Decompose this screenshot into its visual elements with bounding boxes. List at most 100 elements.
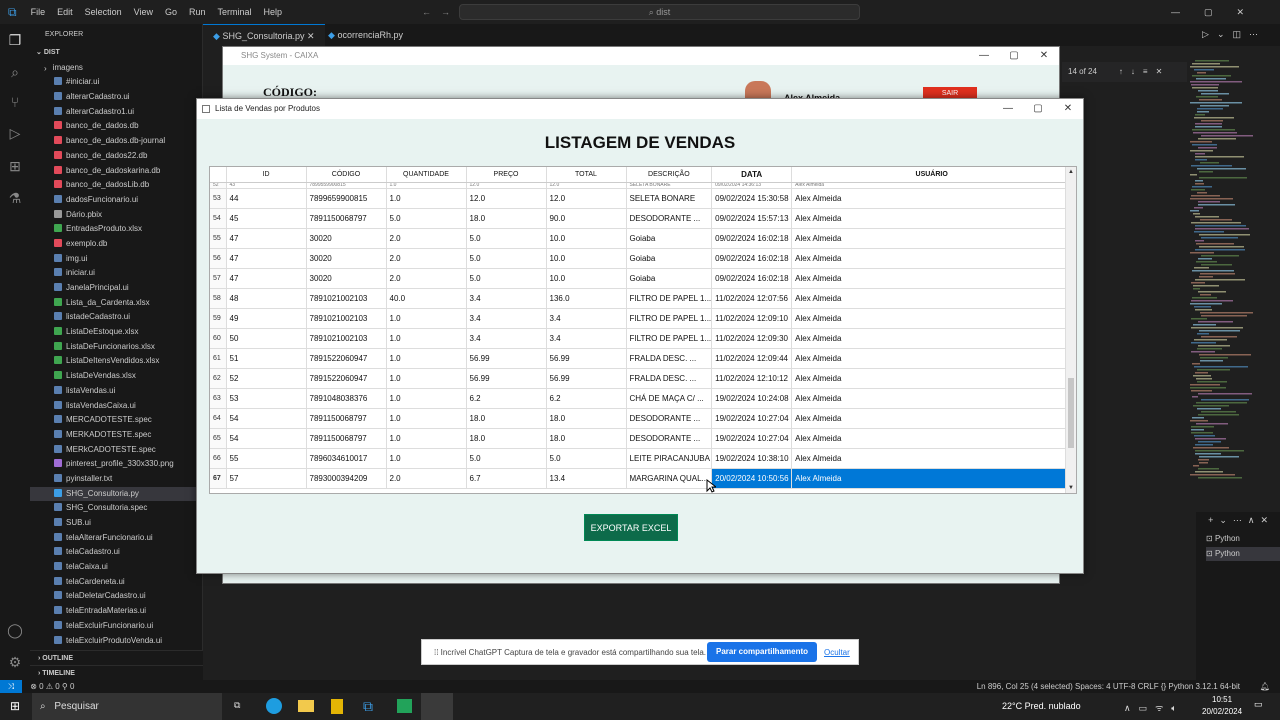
tab-shg-consultoria[interactable]: ◆ SHG_Consultoria.py ✕ — [203, 24, 325, 46]
table-row[interactable]: 66 55 7896034610017 1.0 5.0 5.0 LEITE PIRACANJ… — [210, 448, 1073, 469]
stop-sharing-button[interactable]: Parar compartilhamento — [707, 642, 817, 662]
bell-icon[interactable]: 🔔︎ — [1260, 680, 1270, 693]
minimap[interactable] — [1190, 60, 1270, 480]
table-scrollbar[interactable]: ▲ ▼ — [1065, 167, 1076, 493]
app-icon-green[interactable] — [397, 699, 412, 713]
menu-item-file[interactable]: File — [31, 7, 46, 17]
file-item[interactable]: banco_de_dados.db-journal — [30, 134, 202, 149]
file-item[interactable]: pinterest_profile_330x330.png — [30, 457, 202, 472]
file-item[interactable]: banco_de_dados.db — [30, 119, 202, 134]
timeline-section[interactable]: › TIMELINE — [30, 665, 203, 680]
file-item[interactable]: iniciar.ui — [30, 266, 202, 281]
close-button[interactable]: ✕ — [1053, 99, 1083, 119]
task-view-icon[interactable]: ⧉ — [234, 700, 240, 711]
file-item[interactable]: alterarCadastro1.ui — [30, 105, 202, 120]
file-item[interactable]: telaEntradaMaterias.ui — [30, 604, 202, 619]
editor-actions[interactable]: ▷⌄◫⋯ — [1202, 29, 1266, 40]
column-header-6[interactable]: DATA — [711, 167, 793, 183]
file-item[interactable]: Lista_da_Cardenta.xlsx — [30, 296, 202, 311]
table-row[interactable]: 56 47 30020 2.0 5.0 10.0 Goiaba 09/02/2024 16:0… — [210, 248, 1073, 269]
table-row[interactable]: 65 54 7891150068797 1.0 18.0 18.0 DESODORANTE … — [210, 428, 1073, 449]
file-item[interactable]: MERCADOTESTE.spec — [30, 413, 202, 428]
extensions-icon[interactable]: ⊞ — [7, 158, 23, 174]
file-item[interactable]: Dário.pbix — [30, 208, 202, 223]
problems-status[interactable]: ⊗ 0 ⚠ 0 ⚲ 0 — [30, 682, 74, 691]
table-row[interactable]: 67 57 7893000394209 2.0 6.7 13.4 MARGARINA QUA… — [210, 468, 1073, 489]
maximize-button[interactable]: ▢ — [1023, 99, 1053, 119]
weather-widget[interactable]: 22°C Pred. nublado — [1002, 701, 1081, 711]
menu-item-selection[interactable]: Selection — [85, 7, 122, 17]
column-header-0[interactable]: ID — [226, 167, 307, 183]
forward-arrow-icon[interactable]: → — [441, 7, 450, 17]
scroll-down-arrow-icon[interactable]: ▼ — [1066, 483, 1076, 493]
file-item[interactable]: telaAlterarFuncionario.ui — [30, 531, 202, 546]
scroll-up-arrow-icon[interactable]: ▲ — [1066, 167, 1076, 177]
file-item[interactable]: listaVendas.ui — [30, 384, 202, 399]
column-header-1[interactable]: CÓDIGO — [306, 167, 387, 183]
table-row[interactable]: 58 48 7891021002103 40.0 3.4 136.0 FILTRO DE P… — [210, 288, 1073, 309]
file-item[interactable]: ListaDeFuncionarios.xlsx — [30, 340, 202, 355]
taskbar-search[interactable]: ⌕ Pesquisar — [32, 693, 222, 720]
file-item[interactable]: banco_de_dadoskarina.db — [30, 164, 202, 179]
outline-section[interactable]: › OUTLINE — [30, 650, 203, 665]
file-item[interactable]: SHG_Consultoria.py — [30, 486, 202, 502]
menu-item-edit[interactable]: Edit — [57, 7, 73, 17]
start-button-icon[interactable]: ⊞ — [10, 699, 20, 713]
table-row[interactable]: 63 53 7891048038376 1.0 6.2 6.2 CHÁ DE MAÇA C/… — [210, 388, 1073, 409]
column-header-7[interactable]: USUÁRIO — [791, 167, 1073, 183]
menu-item-view[interactable]: View — [134, 7, 153, 17]
menu-item-terminal[interactable]: Terminal — [218, 7, 252, 17]
file-item[interactable]: telaDeletarCadastro.ui — [30, 589, 202, 604]
window-controls[interactable]: —▢✕ — [1171, 7, 1268, 18]
table-row[interactable]: 55 47 30020 2.0 5.0 10.0 Goiaba 09/02/2024 16:0… — [210, 228, 1073, 249]
python-app-icon[interactable] — [421, 693, 453, 720]
notification-center-icon[interactable]: ▭ — [1254, 699, 1263, 710]
file-item[interactable]: ListaDeVendas.xlsx — [30, 369, 202, 384]
file-item[interactable]: banco_de_dadosLib.db — [30, 178, 202, 193]
gear-icon[interactable]: ⚙ — [7, 654, 23, 670]
file-explorer-icon[interactable] — [298, 700, 314, 712]
app-icon-yellow[interactable] — [331, 699, 343, 714]
sales-table[interactable]: ID CÓDIGO QUANTIDADE PREÇO TOTAL DESCRIÇÃO DAT… — [209, 166, 1077, 494]
tray-icons[interactable]: ∧▭ᯤ🔈︎ — [1124, 701, 1185, 714]
file-item[interactable]: pyinstaller.txt — [30, 472, 202, 487]
terminal-actions[interactable]: +⌄⋯∧✕ — [1208, 515, 1274, 526]
table-row[interactable]: 57 47 30020 2.0 5.0 10.0 Goiaba 09/02/2024 16:0… — [210, 268, 1073, 289]
file-item[interactable]: exemplo.db — [30, 237, 202, 252]
explorer-icon[interactable]: ❐ — [7, 32, 23, 48]
file-item[interactable]: telaCaixa.ui — [30, 560, 202, 575]
export-excel-button[interactable]: EXPORTAR EXCEL — [584, 514, 678, 541]
file-item[interactable]: alterarCadastro.ui — [30, 90, 202, 105]
table-row[interactable]: 61 51 7891522060947 1.0 56.99 56.99 FRALDA DES… — [210, 348, 1073, 369]
file-item[interactable]: telaExcluirProdutoVenda.ui — [30, 634, 202, 649]
search-icon[interactable]: ⌕ — [7, 64, 23, 80]
terminal-item-python-active[interactable]: ⊡ Python — [1206, 547, 1280, 561]
column-header-5[interactable]: DESCRIÇÃO — [626, 167, 713, 183]
file-item[interactable]: telaCardeneta.ui — [30, 575, 202, 590]
account-icon[interactable]: ◯ — [7, 622, 23, 638]
terminal-item-python[interactable]: ⊡ Python — [1206, 532, 1276, 546]
tab-ocorrencia[interactable]: ◆ ocorrenciaRh.py — [318, 24, 413, 46]
table-row[interactable]: 54 45 7891150068797 5.0 18.0 90.0 DESODORANTE … — [210, 208, 1073, 229]
run-debug-icon[interactable]: ▷ — [7, 125, 23, 141]
file-item[interactable]: banco_de_dados22.db — [30, 149, 202, 164]
menu-item-go[interactable]: Go — [165, 7, 177, 17]
clock-date[interactable]: 20/02/2024 — [1202, 707, 1242, 716]
file-item[interactable]: MERkCADOTESTE.spec — [30, 443, 202, 458]
status-right[interactable]: Ln 896, Col 25 (4 selected) Spaces: 4 UT… — [977, 680, 1240, 693]
hide-link[interactable]: Ocultar — [824, 640, 850, 666]
root-folder[interactable]: ⌄ DIST — [30, 46, 202, 61]
table-row[interactable]: 53 44 7899659900815 1.0 12.0 12.0 SELETA BONAR… — [210, 188, 1073, 209]
minimize-button[interactable]: — — [969, 47, 999, 65]
remote-indicator[interactable]: ⤨ — [0, 680, 22, 693]
file-item[interactable]: ListaDeItensVendidos.xlsx — [30, 354, 202, 369]
file-item[interactable]: telaCadastro.ui — [30, 545, 202, 560]
file-item[interactable]: dadosFuncionario.ui — [30, 193, 202, 208]
menu-item-run[interactable]: Run — [189, 7, 206, 17]
file-item[interactable]: listaVendasCaixa.ui — [30, 399, 202, 414]
source-control-icon[interactable]: ⑂ — [7, 94, 23, 110]
file-item[interactable]: listadeCadastro.ui — [30, 310, 202, 325]
column-header-4[interactable]: TOTAL — [546, 167, 627, 183]
scroll-thumb[interactable] — [1068, 377, 1074, 448]
vscode-taskbar-icon[interactable]: ⧉ — [363, 698, 373, 715]
